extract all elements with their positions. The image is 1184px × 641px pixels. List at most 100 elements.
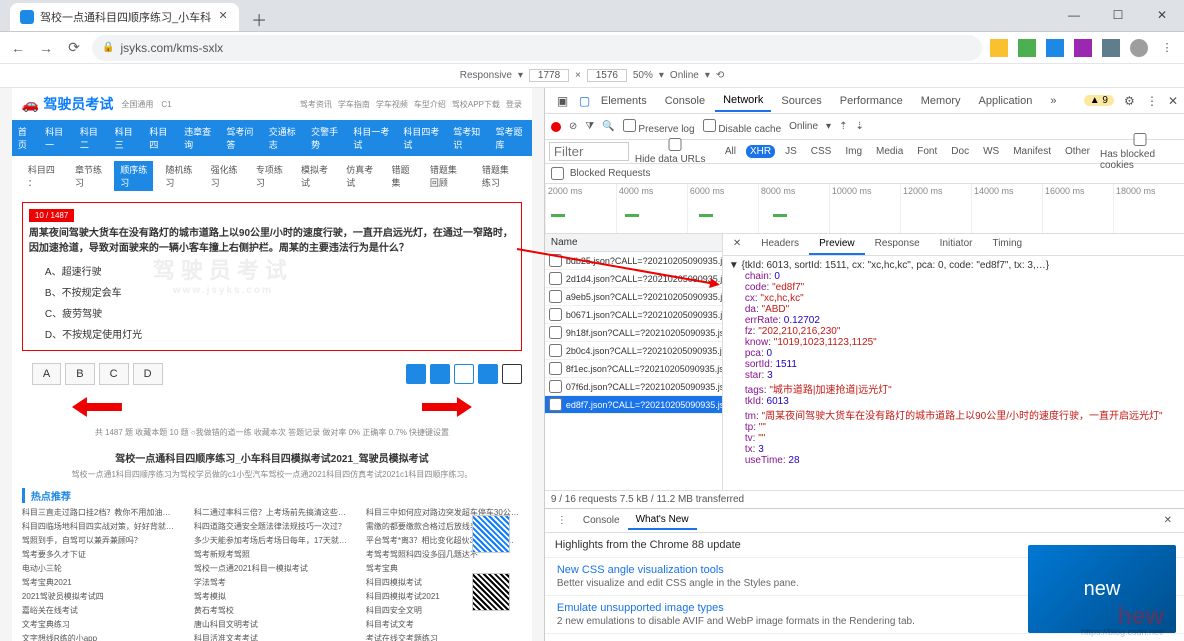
nav-item[interactable]: 驾考知识 [447,120,489,156]
device-width[interactable] [529,69,569,82]
rotate-icon[interactable]: ⟲ [716,70,724,81]
tip-link[interactable]: New CSS angle visualization tools [557,564,724,576]
option[interactable]: A、超速行驶 [29,260,515,281]
type-chip[interactable]: XHR [746,145,775,158]
timeline[interactable]: 2000 ms4000 ms6000 ms8000 ms10000 ms1200… [545,184,1184,234]
subnav-item[interactable]: 随机练习 [159,161,198,191]
next-arrow[interactable] [422,397,472,417]
rec-link[interactable]: 科目四临场地科目四实战对策，好好背就能拿证 [22,521,178,532]
type-chip[interactable]: CSS [807,145,836,158]
hide-urls-checkbox[interactable] [635,138,715,151]
subnav-item[interactable]: 顺序练习 [114,161,153,191]
devtools-tab[interactable]: Sources [773,91,829,111]
ext-icon[interactable] [1046,39,1064,57]
option[interactable]: C、疲劳驾驶 [29,302,515,323]
ext-icon[interactable] [990,39,1008,57]
rec-link[interactable]: 多少天能参加考场后考场日每年，17天就能拿到驾照考到了7212元 [194,535,350,546]
type-chip[interactable]: Doc [947,145,973,158]
record-button[interactable] [551,122,561,132]
rec-link[interactable]: 文字想线R练的小app [22,633,178,641]
nav-item[interactable]: 科目四 [143,120,178,156]
back-icon[interactable]: ← [8,38,28,58]
top-link[interactable]: 驾校APP下载 [452,99,500,110]
device-mode-icon[interactable]: ▢ [571,90,591,112]
type-chip[interactable]: WS [979,145,1003,158]
reload-icon[interactable]: ⟳ [64,38,84,58]
throttle-select[interactable]: Online [670,70,699,81]
devtools-tab[interactable]: Network [715,90,771,112]
close-devtools-icon[interactable]: ✕ [1160,90,1180,112]
settings-icon[interactable]: ⚙ [1116,90,1136,112]
menu-icon[interactable]: ⋮ [1158,39,1176,57]
type-chip[interactable]: All [721,145,740,158]
rec-link[interactable]: 2021驾驶员模拟考试四 [22,591,178,602]
rec-link[interactable]: 嘉峪关在线考试 [22,605,178,616]
devtools-tab[interactable]: Performance [832,91,911,111]
rec-link[interactable]: 科二通过率科三倍？上考场前先搞清这些题项！ [194,507,350,518]
devtools-tab[interactable]: Application [971,91,1041,111]
request-row[interactable]: a9eb5.json?CALL=?20210205090935.json [545,288,722,306]
nav-item[interactable]: 科目二 [74,120,109,156]
request-row[interactable]: bdb25.json?CALL=?20210205090935.json [545,252,722,270]
zoom-select[interactable]: 50% [633,70,653,81]
subnav-item[interactable]: 专项练习 [250,161,289,191]
subnav-item[interactable]: 章节练习 [69,161,108,191]
request-row[interactable]: 9h18f.json?CALL=?20210205090935.json [545,324,722,342]
option[interactable]: D、不按规定使用灯光 [29,323,515,344]
video-thumbnail[interactable]: new [1028,545,1176,633]
devtools-tab[interactable]: Elements [593,91,655,111]
preserve-log-checkbox[interactable] [623,119,636,132]
tab-close-icon[interactable]: ✕ [217,11,229,23]
drawer-close-icon[interactable]: ✕ [1156,512,1180,529]
nav-item[interactable]: 交通标志 [263,120,305,156]
rec-link[interactable]: 驾校一点通2021科目一模拟考试 [194,563,350,574]
preview-body[interactable]: ▼ {tkId: 6013, sortId: 1511, cx: "xc,hc,… [723,256,1184,490]
chat-icon[interactable] [478,364,498,384]
subnav-item[interactable]: 模拟考试 [295,161,334,191]
warnings-badge[interactable]: ▲ 9 [1084,95,1114,106]
answer-button[interactable]: A [32,363,61,385]
nav-item[interactable]: 首页 [12,120,39,156]
rec-link[interactable]: 驾考要多久才下证 [22,549,178,560]
ext-icon[interactable] [1018,39,1036,57]
clear-icon[interactable]: ⊘ [569,121,577,132]
download-icon[interactable]: ⇣ [855,121,863,132]
devtools-tab[interactable]: Memory [913,91,969,111]
device-height[interactable] [587,69,627,82]
devtools-more[interactable]: » [1042,91,1064,111]
nav-item[interactable]: 科目四考试 [397,120,447,156]
rec-link[interactable]: 考试在线交考题练习 [366,633,522,641]
nav-item[interactable]: 交警手势 [305,120,347,156]
request-row[interactable]: 2b0c4.json?CALL=?20210205090935.json [545,342,722,360]
preview-tab[interactable]: Preview [809,234,865,255]
blocked-cookies-checkbox[interactable] [1100,133,1180,146]
ext-icon[interactable] [1102,39,1120,57]
preview-close[interactable]: ✕ [723,234,751,255]
prev-arrow[interactable] [72,397,122,417]
subnav-item[interactable]: 错题集练习 [476,161,522,191]
rec-link[interactable]: 黄石考驾校 [194,605,350,616]
preview-tab[interactable]: Response [865,234,930,255]
answer-button[interactable]: C [99,363,129,385]
devtools-tab[interactable]: Console [657,91,713,111]
ext-icon[interactable] [1074,39,1092,57]
type-chip[interactable]: Img [841,145,866,158]
cloud-icon[interactable] [406,364,426,384]
tip-link[interactable]: Emulate unsupported image types [557,602,724,614]
top-link[interactable]: 学车指南 [338,99,370,110]
preview-tab[interactable]: Headers [751,234,809,255]
rec-link[interactable]: 唐山科目文明考试 [194,619,350,630]
nav-item[interactable]: 驾考题库 [490,120,532,156]
request-row[interactable]: 8f1ec.json?CALL=?20210205090935.json [545,360,722,378]
window-maximize[interactable]: ☐ [1096,0,1140,30]
request-row[interactable]: ed8f7.json?CALL=?20210205090935.json [545,396,722,414]
qr-icon[interactable] [502,364,522,384]
request-row[interactable]: 07f6d.json?CALL=?20210205090935.json [545,378,722,396]
url-input[interactable]: 🔒 jsyks.com/kms-sxlx [92,35,982,61]
blocked-req-checkbox[interactable] [551,167,564,180]
option[interactable]: B、不按规定会车 [29,281,515,302]
subnav-item[interactable]: 错题集 [385,161,417,191]
preview-tab[interactable]: Initiator [930,234,983,255]
more-icon[interactable]: ⋮ [1138,90,1158,112]
filter-input[interactable] [549,142,629,161]
